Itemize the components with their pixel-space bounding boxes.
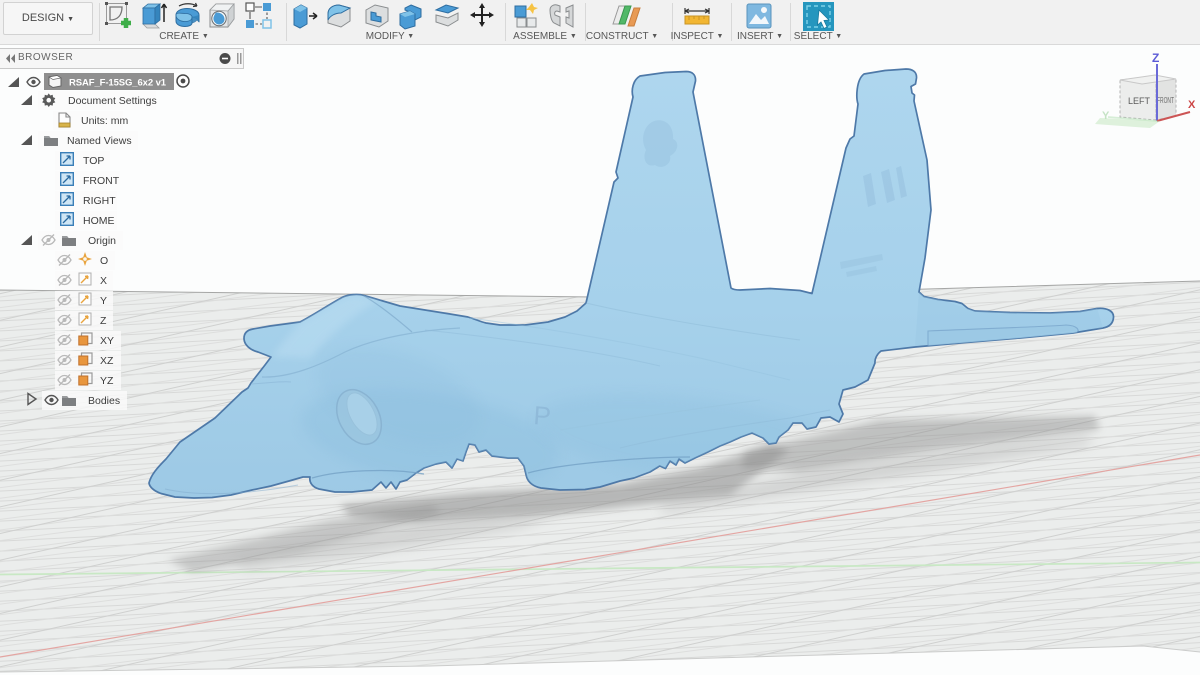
svg-text:XZ: XZ [100,355,114,367]
svg-text:O: O [100,255,108,267]
svg-text:TOP: TOP [83,155,104,167]
svg-text:FRONT: FRONT [1157,97,1174,105]
svg-text:Z: Z [1152,51,1159,65]
svg-text:Named Views: Named Views [67,135,132,147]
svg-text:RIGHT: RIGHT [83,195,116,207]
svg-text:Document Settings: Document Settings [68,95,157,107]
svg-text:YZ: YZ [100,375,114,387]
svg-text:X: X [100,275,107,287]
svg-text:Bodies: Bodies [88,395,120,407]
svg-text:RSAF_F-15SG_6x2 v1: RSAF_F-15SG_6x2 v1 [69,78,167,89]
svg-text:HOME: HOME [83,215,115,227]
svg-text:XY: XY [100,335,114,347]
svg-text:P: P [533,400,552,431]
svg-text:LEFT: LEFT [1128,96,1151,106]
svg-text:Origin: Origin [88,235,116,247]
svg-text:Z: Z [100,315,107,327]
svg-text:Units: mm: Units: mm [81,115,129,127]
svg-text:Y: Y [100,295,107,307]
svg-text:FRONT: FRONT [83,175,120,187]
svg-text:X: X [1188,99,1196,111]
